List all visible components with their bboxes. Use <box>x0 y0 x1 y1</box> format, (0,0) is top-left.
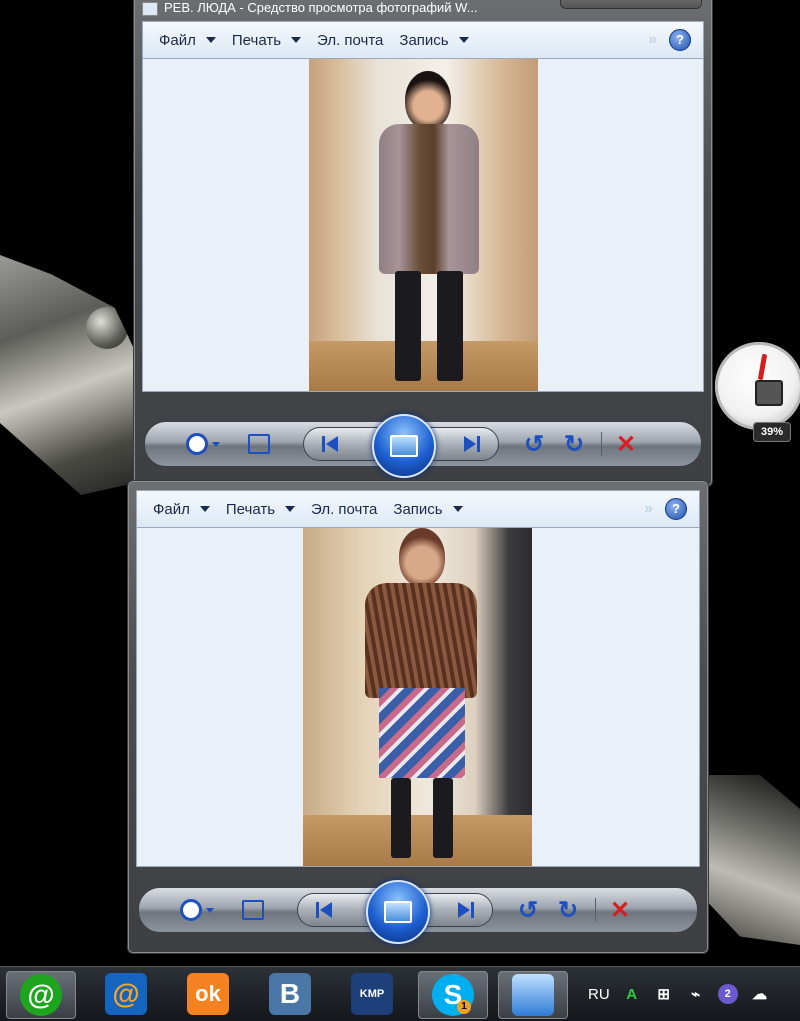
taskbar-app-odnoklassniki[interactable]: ok <box>174 971 242 1017</box>
slideshow-button[interactable] <box>366 880 430 944</box>
viewer-toolbar: ↺ ↻ ✕ <box>144 414 702 478</box>
divider <box>595 898 596 922</box>
menu-file[interactable]: Файл <box>153 501 210 518</box>
actual-size-icon <box>248 434 270 454</box>
navigation-group <box>297 880 493 944</box>
rotate-ccw-icon[interactable]: ↺ <box>511 896 545 925</box>
photo-image <box>303 528 532 866</box>
gadget-value: 39% <box>753 422 791 442</box>
menu-burn[interactable]: Запись <box>399 32 469 49</box>
system-tray: RU A ⊞ ⌁ 2 ☁ <box>588 967 770 1021</box>
menu-print[interactable]: Печать <box>226 501 296 518</box>
taskbar-app-kmplayer[interactable]: KMP <box>338 971 406 1017</box>
delete-icon[interactable]: ✕ <box>610 896 630 925</box>
slideshow-icon <box>384 901 412 923</box>
photo-viewer-icon <box>142 1 158 16</box>
slideshow-button[interactable] <box>372 414 436 478</box>
menu-burn[interactable]: Запись <box>393 501 463 518</box>
taskbar-app-agent-mail-ru[interactable]: @ <box>6 971 76 1019</box>
actual-size-button[interactable] <box>231 900 275 920</box>
mail-ru-icon: @ <box>105 973 147 1015</box>
menu-email[interactable]: Эл. почта <box>317 32 383 49</box>
windows-flag-icon[interactable]: ⊞ <box>654 984 674 1004</box>
photo-viewer-window-2[interactable]: Файл Печать Эл. почта Запись » ? ↺ ↻ ✕ <box>127 480 709 954</box>
cpu-meter-gadget[interactable]: 39% <box>715 342 800 442</box>
antivirus-icon[interactable]: A <box>622 984 642 1004</box>
desktop-wallpaper-left <box>0 255 135 495</box>
menu-email[interactable]: Эл. почта <box>311 501 377 518</box>
taskbar-app-mail-ru[interactable]: @ <box>92 971 160 1017</box>
chevron-down-icon <box>458 37 469 43</box>
network-icon[interactable]: ⌁ <box>686 984 706 1004</box>
photo-viewer-icon <box>512 974 554 1016</box>
previous-icon[interactable] <box>316 902 336 918</box>
desktop-wallpaper-right <box>700 775 800 945</box>
menubar: Файл Печать Эл. почта Запись » ? <box>142 21 704 58</box>
actual-size-button[interactable] <box>237 434 281 454</box>
chevron-down-icon <box>452 506 463 512</box>
divider <box>601 432 602 456</box>
window-controls[interactable] <box>560 0 702 9</box>
menubar: Файл Печать Эл. почта Запись » ? <box>136 490 700 527</box>
vkontakte-icon: B <box>269 973 311 1015</box>
taskbar: @ @ ok B KMP S 1 RU A ⊞ ⌁ 2 ☁ <box>0 966 800 1021</box>
zoom-button[interactable] <box>173 433 233 455</box>
taskbar-app-vkontakte[interactable]: B <box>256 971 324 1017</box>
odnoklassniki-icon: ok <box>187 973 229 1015</box>
menu-print[interactable]: Печать <box>232 32 302 49</box>
slideshow-icon <box>390 435 418 457</box>
photo-viewer-window-1[interactable]: PEB. ЛЮДА - Средство просмотра фотографи… <box>133 0 713 487</box>
rotate-cw-icon[interactable]: ↻ <box>551 896 585 925</box>
more-menu-icon[interactable]: » <box>644 500 653 518</box>
more-menu-icon[interactable]: » <box>648 31 657 49</box>
chevron-down-icon <box>291 37 302 43</box>
chevron-down-icon <box>285 506 296 512</box>
actual-size-icon <box>242 900 264 920</box>
next-icon[interactable] <box>460 436 480 452</box>
photo-viewport <box>136 527 700 867</box>
zoom-icon <box>180 899 202 921</box>
delete-icon[interactable]: ✕ <box>616 430 636 459</box>
cloud-icon[interactable]: ☁ <box>750 984 770 1004</box>
window-title: PEB. ЛЮДА - Средство просмотра фотографи… <box>142 0 562 17</box>
help-icon[interactable]: ? <box>669 29 691 51</box>
viewer-toolbar: ↺ ↻ ✕ <box>138 880 698 944</box>
photo-viewport <box>142 58 704 392</box>
next-icon[interactable] <box>454 902 474 918</box>
previous-icon[interactable] <box>322 436 342 452</box>
rotate-ccw-icon[interactable]: ↺ <box>517 430 551 459</box>
chevron-down-icon <box>205 37 216 43</box>
chevron-down-icon <box>212 441 220 447</box>
agent-mail-icon: @ <box>20 974 62 1016</box>
chevron-down-icon <box>206 907 214 913</box>
chip-icon <box>755 380 783 406</box>
taskbar-app-skype[interactable]: S 1 <box>418 971 488 1019</box>
zoom-button[interactable] <box>167 899 227 921</box>
chevron-down-icon <box>199 506 210 512</box>
taskbar-app-photo-viewer[interactable] <box>498 971 568 1019</box>
photo-image <box>309 59 538 391</box>
tray-badge-icon[interactable]: 2 <box>717 984 738 1004</box>
skype-notification-badge: 1 <box>457 1000 471 1014</box>
rotate-cw-icon[interactable]: ↻ <box>557 430 591 459</box>
language-indicator[interactable]: RU <box>588 986 610 1003</box>
menu-file[interactable]: Файл <box>159 32 216 49</box>
kmplayer-icon: KMP <box>351 973 393 1015</box>
zoom-icon <box>186 433 208 455</box>
navigation-group <box>303 414 499 478</box>
help-icon[interactable]: ? <box>665 498 687 520</box>
